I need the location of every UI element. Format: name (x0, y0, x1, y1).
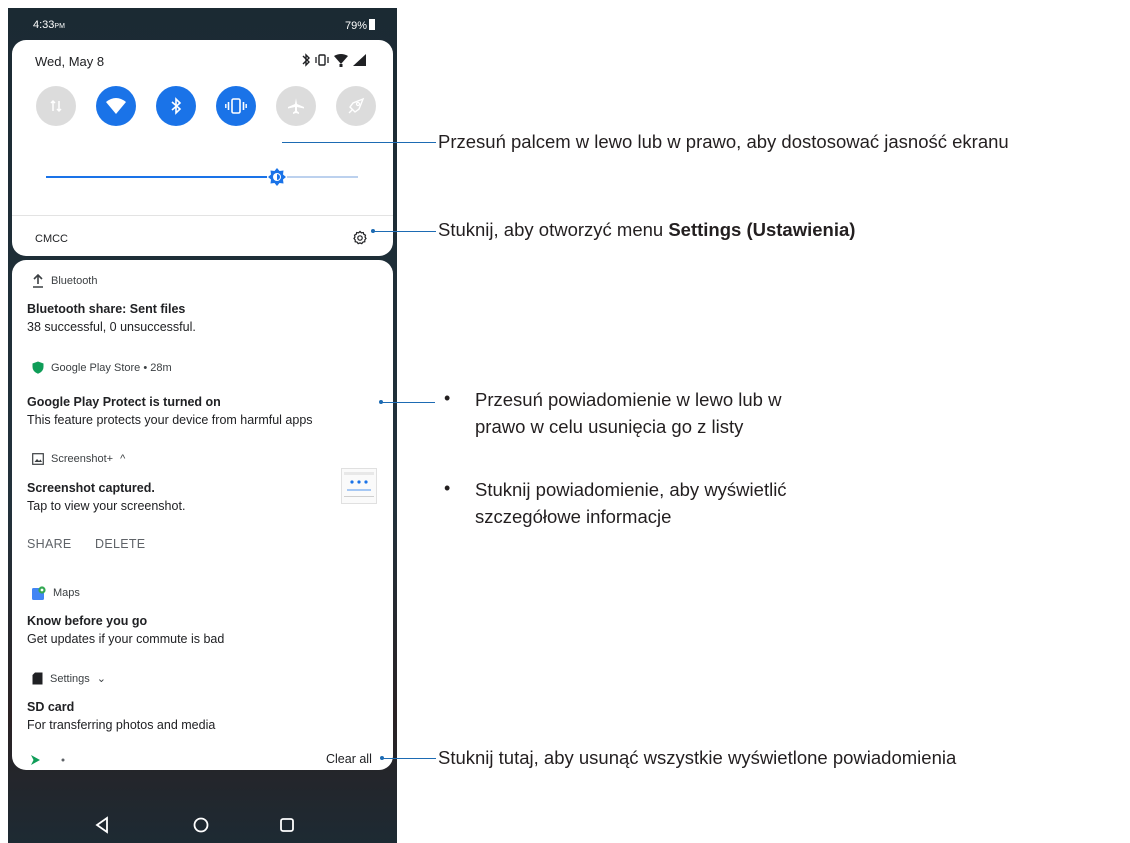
back-icon[interactable] (94, 816, 110, 834)
recents-icon[interactable] (279, 816, 295, 834)
overflow-notification-icons (31, 755, 65, 765)
notif-app-name: Maps (53, 587, 80, 599)
notif-settings-header[interactable]: Settings ⌄ (32, 672, 106, 685)
notif-screenshot-text[interactable]: Tap to view your screenshot. (27, 499, 185, 513)
annotation-swipe-line1: Przesuń powiadomienie w lewo lub w (475, 389, 782, 410)
image-icon (32, 453, 44, 465)
bullet-1: • (444, 388, 451, 408)
vibrate-status-icon (315, 54, 329, 66)
notif-app-name: Screenshot+ (51, 453, 114, 465)
tile-vibrate[interactable] (216, 86, 256, 126)
screenshot-preview-image (344, 472, 374, 497)
annotation-settings-prefix: Stuknij, aby otworzyć menu (438, 219, 669, 240)
callout-line-notifications (381, 402, 435, 403)
annotation-settings-bold: Settings (Ustawienia) (668, 219, 856, 240)
brightness-thumb-icon[interactable] (266, 166, 288, 188)
mobile-data-icon (50, 99, 62, 113)
notif-playstore-title[interactable]: Google Play Protect is turned on (27, 395, 221, 409)
status-bar: 4:33PM 79% (8, 8, 397, 40)
notif-maps-header: Maps (32, 586, 80, 600)
system-status-icons (302, 53, 366, 67)
share-button[interactable]: SHARE (27, 537, 72, 551)
notif-bluetooth-text[interactable]: 38 successful, 0 unsuccessful. (27, 320, 196, 334)
annotation-tap-line1: Stuknij powiadomienie, aby wyświetlić (475, 479, 787, 500)
notif-screenshot-header[interactable]: Screenshot+ ^ (32, 453, 125, 465)
bluetooth-status-icon (302, 53, 310, 67)
qs-date: Wed, May 8 (35, 54, 105, 69)
signal-status-icon (353, 54, 366, 66)
maps-icon (32, 586, 46, 600)
notif-bluetooth-title[interactable]: Bluetooth share: Sent files (27, 302, 185, 316)
notif-app-name: Bluetooth (51, 275, 98, 287)
notif-playstore-text[interactable]: This feature protects your device from h… (27, 413, 313, 427)
play-protect-shield-icon (32, 361, 44, 374)
wifi-status-icon (334, 54, 348, 67)
notif-settings-text[interactable]: For transferring photos and media (27, 718, 215, 732)
qs-divider (12, 215, 393, 216)
sd-card-icon (32, 672, 43, 685)
tile-mobile-data[interactable] (36, 86, 76, 126)
tile-bluetooth[interactable] (156, 86, 196, 126)
expand-chevron-icon[interactable]: ^ (120, 453, 125, 465)
screenshot-thumbnail[interactable] (341, 468, 377, 504)
annotation-swipe: Przesuń powiadomienie w lewo lub w prawo… (475, 386, 781, 440)
brightness-track-filled (46, 176, 277, 178)
annotation-settings: Stuknij, aby otworzyć menu Settings (Ust… (438, 219, 855, 241)
annotation-clear-all: Stuknij tutaj, aby usunąć wszystkie wyśw… (438, 747, 957, 768)
notification-shade: Bluetooth Bluetooth share: Sent files 38… (12, 260, 393, 770)
callout-dot-clear-all (380, 756, 384, 760)
tile-game-genie[interactable] (336, 86, 376, 126)
airplane-mode-icon (288, 98, 304, 114)
status-battery: 79% (345, 19, 375, 32)
clear-all-button[interactable]: Clear all (326, 752, 372, 766)
home-icon[interactable] (192, 816, 210, 834)
callout-line-clear-all (382, 758, 436, 759)
battery-icon (369, 19, 375, 30)
navigation-bar (8, 808, 397, 843)
tile-wifi[interactable] (96, 86, 136, 126)
quick-settings-panel: Wed, May 8 CMCC (12, 40, 393, 256)
upload-icon (33, 274, 43, 288)
game-genie-icon (348, 97, 365, 114)
notif-settings-title[interactable]: SD card (27, 700, 74, 714)
delete-button[interactable]: DELETE (95, 537, 145, 551)
bluetooth-icon (171, 97, 182, 115)
notif-app-name: Settings (50, 672, 90, 685)
carrier-name: CMCC (35, 233, 68, 245)
callout-dot-notifications (379, 400, 383, 404)
annotation-tap-line2: szczegółowe informacje (475, 506, 672, 527)
callout-dot-settings (371, 229, 375, 233)
wifi-icon (106, 98, 126, 114)
collapse-chevron-icon[interactable]: ⌄ (97, 672, 106, 685)
tile-airplane-mode[interactable] (276, 86, 316, 126)
vibrate-icon (225, 98, 247, 114)
bullet-2: • (444, 478, 451, 498)
notif-app-name: Google Play Store • 28m (51, 361, 172, 374)
callout-line-brightness (282, 142, 436, 143)
settings-gear-icon[interactable] (352, 230, 368, 246)
callout-line-settings (373, 231, 436, 232)
notif-playstore-header: Google Play Store • 28m (32, 361, 172, 374)
notif-screenshot-title[interactable]: Screenshot captured. (27, 481, 155, 495)
annotation-tap: Stuknij powiadomienie, aby wyświetlić sz… (475, 476, 787, 530)
brightness-track-empty (277, 176, 358, 178)
annotation-brightness: Przesuń palcem w lewo lub w prawo, aby d… (438, 131, 1009, 152)
phone-screen: 4:33PM 79% Wed, May 8 CMCC Bluetooth Blu… (8, 8, 397, 843)
annotation-swipe-line2: prawo w celu usunięcia go z listy (475, 416, 744, 437)
notif-maps-title[interactable]: Know before you go (27, 614, 147, 628)
notif-bluetooth-header: Bluetooth (32, 274, 97, 288)
brightness-slider[interactable] (46, 166, 358, 190)
notif-maps-text[interactable]: Get updates if your commute is bad (27, 632, 224, 646)
status-time: 4:33PM (33, 19, 65, 31)
